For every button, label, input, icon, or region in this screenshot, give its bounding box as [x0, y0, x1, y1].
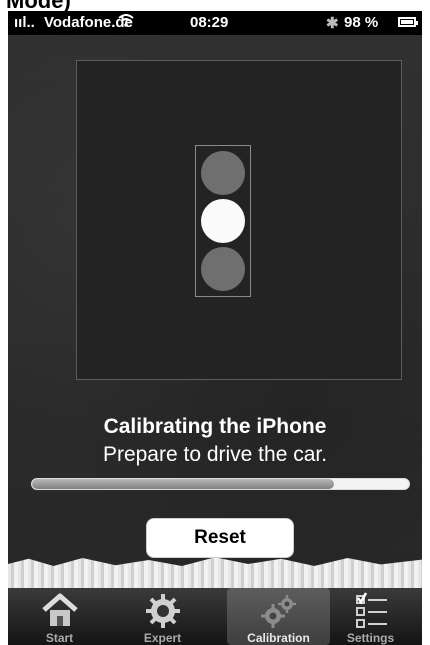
traffic-light-bottom [201, 247, 245, 291]
status-time: 08:29 [190, 14, 229, 31]
tab-calibration-label: Calibration [247, 631, 310, 645]
house-icon [41, 593, 78, 626]
tab-expert[interactable]: Expert [111, 588, 214, 645]
tab-bar: Start Expert Calibration Settings [8, 588, 422, 645]
calibration-subtitle: Prepare to drive the car. [102, 443, 328, 466]
reset-button[interactable]: Reset [146, 518, 294, 558]
tab-expert-label: Expert [143, 631, 182, 645]
gears-icon [260, 595, 296, 628]
tab-calibration[interactable]: Calibration [227, 588, 330, 645]
checklist-icon [355, 592, 387, 628]
traffic-light-top [201, 151, 245, 195]
gear-icon [145, 594, 180, 628]
signal-icon: ııl.. [14, 14, 35, 31]
calibration-progress [31, 478, 410, 490]
tab-settings-label: Settings [346, 631, 395, 645]
progress-fill [32, 479, 334, 489]
app-content: Calibrating the iPhone Prepare to drive … [8, 35, 422, 645]
tab-settings[interactable]: Settings [319, 588, 422, 645]
battery-percent: 98 % [344, 14, 379, 31]
calibration-headline: Calibrating the iPhone [103, 415, 327, 438]
traffic-light [195, 145, 251, 297]
traffic-light-middle [201, 199, 245, 243]
battery-icon [398, 17, 418, 27]
status-bar: ııl.. Vodafone.de 08:29 ✱ 98 % [8, 11, 422, 35]
wifi-icon [118, 14, 134, 30]
tab-start[interactable]: Start [8, 588, 111, 645]
tab-start-label: Start [45, 631, 74, 645]
bluetooth-icon: ✱ [326, 15, 339, 32]
